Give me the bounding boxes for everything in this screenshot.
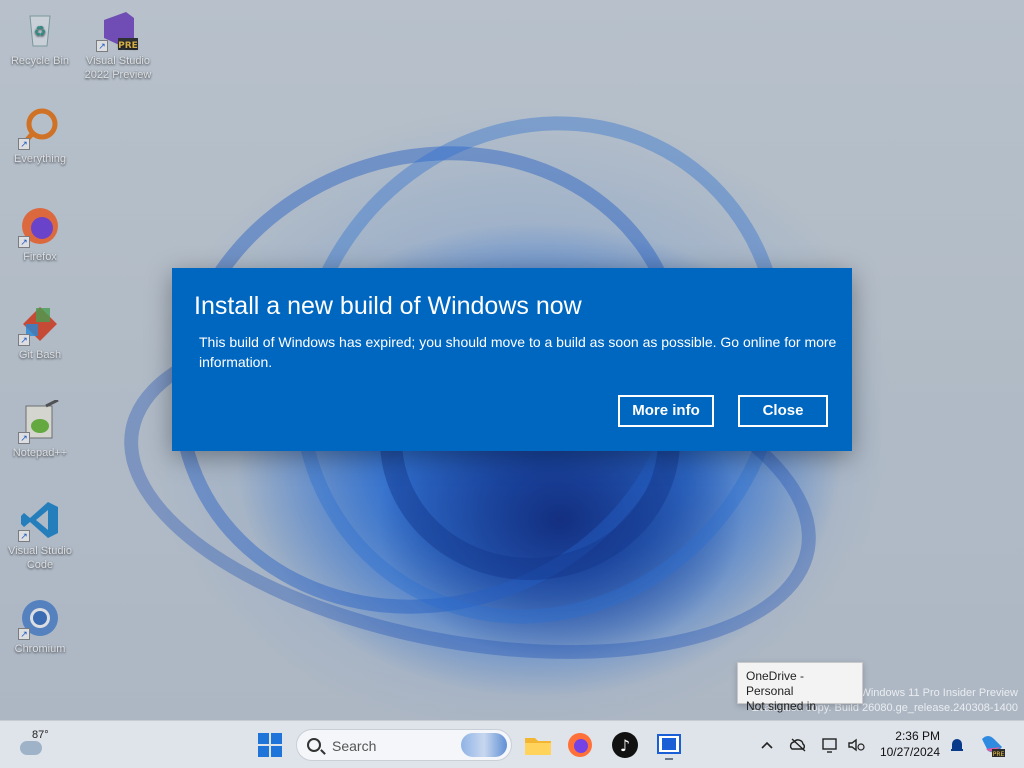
cloud-icon [20, 741, 42, 755]
svg-text:♪: ♪ [620, 736, 630, 755]
svg-text:PRE: PRE [993, 751, 1005, 758]
clock-time[interactable]: 2:36 PM [872, 729, 940, 743]
close-button[interactable]: Close [738, 395, 828, 427]
tiktok-icon: ♪ [612, 732, 638, 758]
build-expired-dialog: Install a new build of Windows now This … [172, 268, 852, 451]
notification-bell-icon[interactable] [947, 735, 967, 755]
onedrive-cloud-icon[interactable] [788, 735, 808, 755]
file-explorer-icon [525, 738, 551, 755]
tooltip-title: OneDrive - Personal [746, 669, 805, 698]
firefox-icon [568, 733, 592, 757]
tooltip-status: Not signed in [746, 699, 817, 713]
search-placeholder: Search [332, 738, 377, 754]
show-hidden-icons-chevron-icon[interactable] [757, 735, 777, 755]
taskbar-file-explorer[interactable] [522, 729, 554, 761]
taskbar-search-box[interactable]: Search [296, 729, 512, 761]
clock-date[interactable]: 10/27/2024 [866, 745, 940, 759]
taskbar: 87° Search ♪ 2:36 PM 10/27/2024 PRE [0, 720, 1024, 768]
taskbar-active-window[interactable] [653, 729, 685, 761]
network-icon[interactable] [820, 735, 840, 755]
windows-logo-icon [258, 733, 269, 744]
copilot-icon[interactable]: PRE [978, 731, 1006, 759]
taskbar-firefox[interactable] [564, 729, 596, 761]
search-icon [307, 738, 321, 752]
taskbar-tiktok[interactable]: ♪ [609, 729, 641, 761]
more-info-button[interactable]: More info [618, 395, 714, 427]
start-button[interactable] [254, 729, 286, 761]
weather-widget[interactable]: 87° [18, 729, 58, 761]
weather-temperature: 87° [32, 729, 49, 741]
speaker-muted-icon[interactable] [846, 735, 866, 755]
dialog-message: This build of Windows has expired; you s… [199, 334, 837, 370]
window-app-icon [657, 734, 681, 760]
dialog-title: Install a new build of Windows now [194, 292, 582, 320]
onedrive-tooltip: OneDrive - Personal Not signed in [737, 662, 863, 713]
search-highlight-icon [461, 733, 507, 757]
